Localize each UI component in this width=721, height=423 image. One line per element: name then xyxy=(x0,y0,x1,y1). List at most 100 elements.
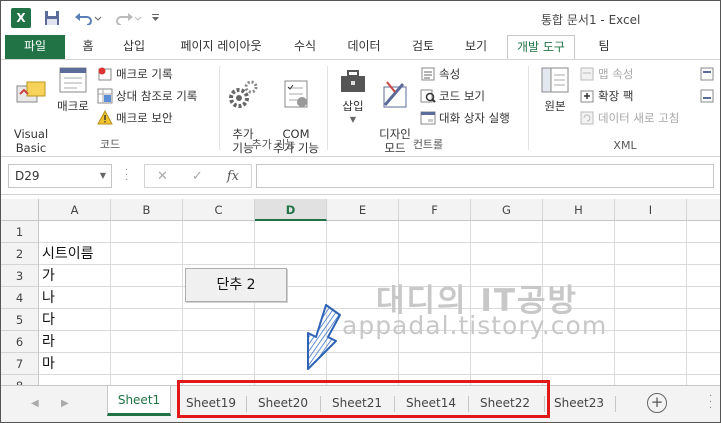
gridline xyxy=(182,221,183,385)
column-header-i[interactable]: I xyxy=(615,199,687,221)
cell-a2[interactable]: 시트이름 xyxy=(42,243,94,265)
refresh-icon xyxy=(580,111,594,125)
add-sheet-button[interactable]: + xyxy=(647,393,667,413)
redo-icon[interactable] xyxy=(113,8,143,28)
undo-icon[interactable] xyxy=(73,8,103,28)
column-header-c[interactable]: C xyxy=(183,199,255,221)
xml-source-button[interactable]: 원본 xyxy=(537,64,573,113)
tab-formulas[interactable]: 수식 xyxy=(285,35,325,59)
refresh-data-label: 데이터 새로 고침 xyxy=(598,111,680,125)
sheet-tab-sheet14[interactable]: Sheet14 xyxy=(395,390,467,416)
tab-data[interactable]: 데이터 xyxy=(337,35,391,59)
save-icon[interactable] xyxy=(43,8,61,28)
relative-reference-icon xyxy=(97,88,113,104)
sheet-tab-sheet19[interactable]: Sheet19 xyxy=(177,390,245,416)
ribbon-tabs: 파일 홈 삽입 페이지 레이아웃 수식 데이터 검토 보기 개발 도구 팀 xyxy=(1,35,720,60)
insert-control-button[interactable]: 삽입 ▼ xyxy=(334,64,372,127)
next-sheet-icon[interactable]: ▶ xyxy=(61,398,69,409)
name-box[interactable]: D29 ▼ xyxy=(8,164,112,188)
tab-page-layout[interactable]: 페이지 레이아웃 xyxy=(169,35,273,59)
group-xml-label: XML xyxy=(613,139,637,152)
tab-file[interactable]: 파일 xyxy=(5,35,65,59)
cell-a5[interactable]: 다 xyxy=(42,309,55,331)
row-header[interactable]: 8 xyxy=(1,375,39,385)
form-control-button[interactable]: 단추 2 xyxy=(185,268,287,302)
enter-icon[interactable]: ✓ xyxy=(192,169,203,184)
tab-developer[interactable]: 개발 도구 xyxy=(507,35,575,60)
cell-a4[interactable]: 나 xyxy=(42,287,55,309)
macro-security-button[interactable]: 매크로 보안 xyxy=(97,108,173,128)
view-code-button[interactable]: 코드 보기 xyxy=(420,86,485,106)
select-all-corner[interactable] xyxy=(1,199,39,221)
cancel-icon[interactable]: ✕ xyxy=(157,169,168,184)
relative-reference-button[interactable]: 상대 참조로 기록 xyxy=(97,86,197,106)
sheet-tab-sheet22[interactable]: Sheet22 xyxy=(469,390,541,416)
record-macro-button[interactable]: 매크로 기록 xyxy=(97,64,173,84)
insert-function-icon[interactable]: fx xyxy=(227,169,239,184)
tab-separator xyxy=(615,396,616,412)
tab-home[interactable]: 홈 xyxy=(73,35,103,59)
row-header[interactable]: 5 xyxy=(1,309,39,331)
tab-team[interactable]: 팀 xyxy=(587,35,621,59)
column-header-h[interactable]: H xyxy=(543,199,615,221)
group-addins-label: 추가 기능 xyxy=(251,138,296,151)
sheet-tab-sheet1[interactable]: Sheet1 xyxy=(107,386,171,416)
cell-a6[interactable]: 라 xyxy=(42,331,55,353)
scrollbar-grip-icon[interactable]: · · · xyxy=(709,392,712,414)
customize-qat-icon[interactable] xyxy=(149,8,161,28)
map-properties-icon xyxy=(580,67,594,81)
tab-insert[interactable]: 삽입 xyxy=(113,35,155,59)
row-header[interactable]: 1 xyxy=(1,221,39,243)
sheet-tab-sheet23[interactable]: Sheet23 xyxy=(545,390,613,416)
cell-a3[interactable]: 가 xyxy=(42,265,55,287)
sheet-tab-bar: ◀ ▶ Sheet1 Sheet19 Sheet20 Sheet21 Sheet… xyxy=(1,385,720,422)
macro-security-label: 매크로 보안 xyxy=(116,111,173,125)
import-icon xyxy=(700,67,714,81)
column-header-g[interactable]: G xyxy=(471,199,543,221)
row-header[interactable]: 3 xyxy=(1,265,39,287)
group-code: Visual Basic 매크로 매크로 기록 상대 참조로 기록 매크로 보안… xyxy=(1,60,219,156)
row-header[interactable]: 2 xyxy=(1,243,39,265)
macro-button[interactable]: 매크로 xyxy=(55,64,91,113)
gridline xyxy=(254,221,255,385)
column-header-e[interactable]: E xyxy=(327,199,399,221)
pointer-arrow-icon xyxy=(307,304,341,370)
column-header-j[interactable] xyxy=(687,199,720,221)
record-macro-icon xyxy=(98,67,112,81)
cell-a7[interactable]: 마 xyxy=(42,353,55,375)
prev-sheet-icon[interactable]: ◀ xyxy=(31,398,39,409)
column-header-d[interactable]: D xyxy=(255,199,327,221)
xml-export-button[interactable] xyxy=(699,86,715,106)
column-header-b[interactable]: B xyxy=(111,199,183,221)
refresh-data-button[interactable]: 데이터 새로 고침 xyxy=(579,108,679,128)
row-header[interactable]: 7 xyxy=(1,353,39,375)
sheet-tab-sheet21[interactable]: Sheet21 xyxy=(321,390,393,416)
xml-import-button[interactable] xyxy=(699,64,715,84)
properties-button[interactable]: 속성 xyxy=(420,64,460,84)
gridline xyxy=(110,221,111,385)
formula-bar-grip-icon[interactable]: · · · xyxy=(125,166,128,186)
tab-review[interactable]: 검토 xyxy=(401,35,445,59)
name-box-dropdown-icon[interactable]: ▼ xyxy=(100,165,106,187)
worksheet-grid[interactable]: A B C D E F G H I 1 2 3 4 5 6 7 8 시트이름 가 xyxy=(1,199,720,385)
group-controls: 삽입 ▼ 디자인 모드 속성 코드 보기 대화 상자 실행 컨트롤 xyxy=(328,60,528,156)
formula-input[interactable] xyxy=(256,164,714,188)
column-header-a[interactable]: A xyxy=(39,199,111,221)
window-title: 통합 문서1 - Excel xyxy=(541,13,641,27)
run-dialog-button[interactable]: 대화 상자 실행 xyxy=(420,108,510,128)
macro-icon xyxy=(59,67,87,93)
run-dialog-label: 대화 상자 실행 xyxy=(439,111,510,125)
row-header[interactable]: 6 xyxy=(1,331,39,353)
formula-bar: D29 ▼ · · · ✕ ✓ fx xyxy=(1,157,720,195)
record-macro-label: 매크로 기록 xyxy=(116,67,173,81)
view-code-label: 코드 보기 xyxy=(439,89,485,103)
expansion-packs-button[interactable]: 확장 팩 xyxy=(579,86,633,106)
tab-view[interactable]: 보기 xyxy=(453,35,499,59)
row-header[interactable]: 4 xyxy=(1,287,39,309)
map-properties-button[interactable]: 맵 속성 xyxy=(579,64,633,84)
column-header-f[interactable]: F xyxy=(399,199,471,221)
sheet-tab-sheet20[interactable]: Sheet20 xyxy=(247,390,319,416)
title-bar: X 통합 문서1 - Excel xyxy=(1,1,720,35)
insert-dropdown-icon: ▼ xyxy=(349,115,357,124)
group-controls-label: 컨트롤 xyxy=(412,138,444,151)
